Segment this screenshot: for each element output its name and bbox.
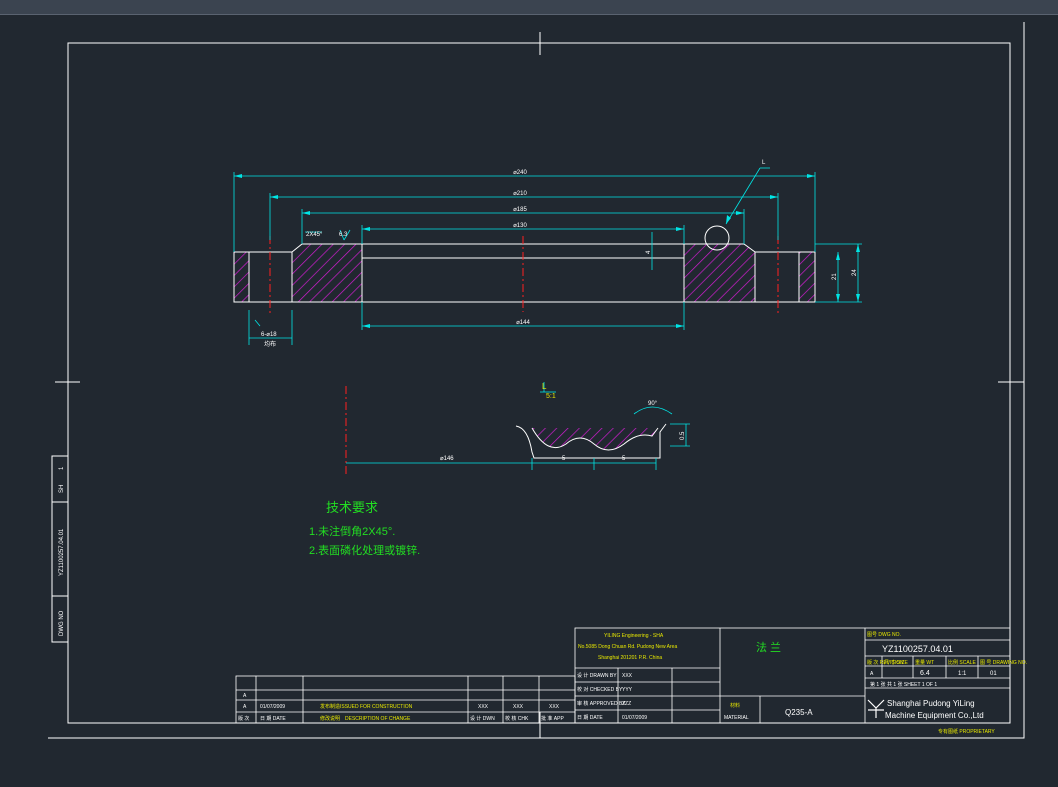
dim-depth-4: 4: [646, 250, 652, 254]
viewport-title-bar: [0, 0, 1058, 15]
sig-checked-label: 校 对 CHECKED BY: [577, 686, 623, 693]
sig-drawn-label: 设 计 DRAWN BY: [577, 672, 617, 679]
notes-line-2: 2.表面磷化处理或镀锌.: [309, 543, 420, 557]
material-label-cn: 材料: [730, 702, 740, 709]
hatch-left-outer: [233, 251, 250, 303]
side-drawing-no: YZ1100257.04.01: [59, 528, 65, 576]
side-sheet-label: SH: [59, 485, 65, 493]
rev-chk: XXX: [513, 704, 524, 710]
dim-pitch-2: 5: [622, 456, 626, 462]
rev-head-desc-cn: 修改说明: [320, 715, 340, 722]
rev-dwn: XXX: [478, 704, 489, 710]
rev-head-chk: 校 核 CHK: [505, 715, 529, 722]
sig-checked-value: YYY: [622, 687, 633, 693]
cad-drawing-canvas[interactable]: ⌀240 ⌀210 ⌀185 ⌀130 ⌀144 2X45° 6.3 L 21 …: [0, 15, 1058, 782]
tb-dwg-no-label: 图号 DWG NO.: [867, 632, 901, 638]
company-line-2: No.5085 Dong Chuan Rd. Pudong New Area: [578, 644, 677, 650]
detail-view-L: ⌀146 5 5 90° 0.5 L 5:1: [345, 382, 690, 474]
roughness-mark: 6.3: [339, 232, 348, 238]
rev-head-desc: DESCRIPTION OF CHANGE: [345, 716, 411, 722]
rev-mark-1: A: [243, 693, 247, 699]
tb-val-rev: A: [870, 671, 874, 677]
tb-sheet: 第 1 张 共 1 张 SHEET 1 OF 1: [870, 681, 937, 688]
technical-notes: 技术要求 1.未注倒角2X45°. 2.表面磷化处理或镀锌.: [309, 500, 420, 557]
dim-holes: 6-⌀18: [261, 332, 277, 338]
tb-val-scale: 1:1: [958, 671, 967, 677]
detail-scale: 5:1: [546, 393, 556, 400]
sig-drawn-value: XXX: [622, 673, 633, 679]
flange-section-view: [233, 225, 816, 316]
leader-label-L: L: [762, 160, 766, 166]
tb-company-name-2: Machine Equipment Co.,Ltd: [885, 711, 984, 720]
company-logo: [867, 699, 885, 718]
hatch-right-hub: [683, 243, 756, 303]
tb-head-dno: 图 号 DRAWING NO.: [980, 660, 1027, 666]
dim-pitch-1: 5: [562, 456, 566, 462]
dim-d240: ⌀240: [513, 170, 527, 176]
material-value: Q235-A: [785, 708, 813, 717]
notes-title: 技术要求: [326, 500, 378, 515]
rev-head-rev: 版 次: [238, 715, 249, 722]
drawing-svg: ⌀240 ⌀210 ⌀185 ⌀130 ⌀144 2X45° 6.3 L 21 …: [48, 22, 1027, 739]
tb-drawing-no: YZ1100257.04.01: [882, 644, 953, 654]
dim-d130: ⌀130: [513, 223, 527, 229]
rev-head-apr: 批 准 APP: [541, 715, 564, 722]
tb-head-wt: 重量 WT: [915, 659, 934, 666]
company-line-1: YILING Engineering - SHA: [604, 633, 664, 639]
part-name: 法 兰: [756, 640, 781, 654]
sig-approved-label: 审 核 APPROVED BY: [577, 700, 626, 707]
rev-desc: 发布制造ISSUED FOR CONSTRUCTION: [320, 703, 413, 710]
dim-angle: 90°: [648, 401, 658, 407]
dim-d185: ⌀185: [513, 207, 527, 213]
tb-company-name-1: Shanghai Pudong YiLing: [887, 699, 975, 708]
sig-date-value: 01/07/2009: [622, 715, 647, 721]
sig-date-label: 日 期 DATE: [577, 715, 603, 721]
dim-height-21: 21: [832, 273, 838, 280]
dim-d146: ⌀146: [440, 456, 454, 462]
rev-mark-2: A: [243, 704, 247, 710]
rev-head-date: 日 期 DATE: [260, 716, 286, 722]
tb-val-wt: 6.4: [920, 670, 930, 677]
side-sheet-no: 1: [59, 466, 65, 470]
rev-date: 01/07/2009: [260, 704, 285, 710]
material-label: MATERIAL: [724, 715, 749, 721]
tb-val-dno: 01: [990, 671, 997, 677]
hatch-left-hub: [291, 243, 363, 303]
notes-line-1: 1.未注倒角2X45°.: [309, 524, 395, 538]
side-dwg-label: DWG NO: [59, 610, 65, 636]
company-line-3: Shanghai 201201 P.R. China: [598, 655, 662, 661]
tb-proprietary: 专有图纸 PROPRIETARY: [938, 728, 995, 735]
dim-d210: ⌀210: [513, 191, 527, 197]
sig-approved-value: ZZZ: [622, 701, 631, 707]
side-strip: SH 1 YZ1100257.04.01 DWG NO: [51, 455, 69, 643]
dim-depth-05: 0.5: [680, 431, 686, 440]
tb-head-scale: 比例 SCALE: [948, 659, 976, 666]
detail-label: L: [542, 382, 547, 391]
hatch-right-outer: [798, 251, 816, 303]
rev-head-dwn: 设 计 DWN: [470, 715, 495, 722]
dim-height-24: 24: [852, 269, 858, 276]
dim-chamfer: 2X45°: [306, 232, 323, 238]
sheet-border: [48, 22, 1025, 739]
tb-head-size: 尺 寸 SIZE: [884, 659, 909, 666]
rev-apr: XXX: [549, 704, 560, 710]
dim-holes-note: 均布: [264, 340, 276, 348]
dim-d144: ⌀144: [516, 320, 530, 326]
